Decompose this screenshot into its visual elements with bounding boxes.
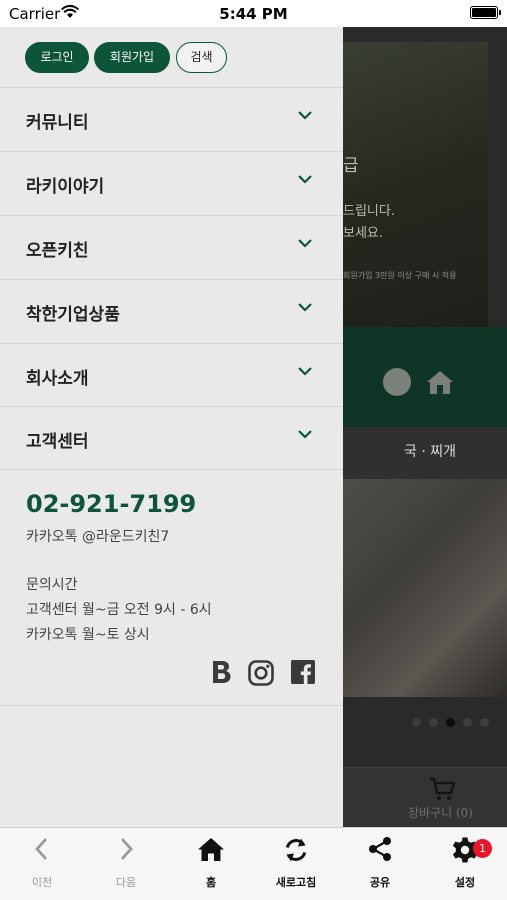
menu-item-label: 오픈키친 [26, 241, 89, 261]
instagram-icon[interactable] [248, 660, 274, 686]
hero-heading: 급 [343, 156, 359, 176]
tab-label: 설정 [454, 876, 476, 889]
tab-settings[interactable]: 설정 [423, 828, 507, 900]
tab-label: 홈 [205, 876, 217, 889]
carousel-dot [412, 718, 421, 727]
chevron-down-icon [298, 430, 312, 439]
category-tab: 국 · 찌개 [343, 427, 507, 479]
chevron-down-icon [298, 303, 312, 312]
search-button[interactable]: 검색 [176, 42, 227, 73]
hours-title: 문의시간 [26, 577, 78, 593]
blog-b-icon[interactable] [211, 660, 232, 684]
hero-line-1: 드립니다. [343, 204, 395, 219]
tab-label: 이전 [31, 876, 53, 889]
bottom-tab-bar: 이전 다음 홈 새로고침 공유 설정 [0, 827, 507, 900]
tab-label: 다음 [115, 876, 137, 889]
cart-icon [430, 777, 455, 800]
menu-item-label: 회사소개 [26, 369, 89, 389]
chevron-down-icon [298, 239, 312, 248]
chevron-left-icon [35, 838, 48, 860]
login-button[interactable]: 로그인 [25, 42, 89, 73]
side-drawer: 로그인 회원가입 검색 커뮤니티 라키이야기 오픈키친 착한기업상품 회사소개 … [0, 27, 343, 827]
tab-label: 새로고침 [275, 876, 317, 889]
menu-item-community[interactable]: 커뮤니티 [0, 87, 343, 150]
status-time: 5:44 PM [219, 5, 288, 23]
carousel-dot [463, 718, 472, 727]
menu-item-label: 라키이야기 [26, 177, 105, 197]
menu-item-good-company[interactable]: 착한기업상품 [0, 279, 343, 342]
hours-kakao: 카카오톡 월~토 상시 [26, 627, 150, 643]
menu-item-label: 커뮤니티 [26, 113, 89, 133]
house-icon [427, 371, 453, 394]
chevron-down-icon [298, 175, 312, 184]
home-icon [198, 838, 224, 861]
refresh-icon [285, 838, 307, 862]
menu-item-about[interactable]: 회사소개 [0, 343, 343, 406]
carousel-dot [480, 718, 489, 727]
signup-button[interactable]: 회원가입 [94, 42, 170, 73]
chevron-down-icon [298, 367, 312, 376]
sun-icon [383, 368, 411, 396]
menu-item-open-kitchen[interactable]: 오픈키친 [0, 215, 343, 278]
tab-label: 공유 [369, 876, 391, 889]
tab-home[interactable]: 홈 [169, 828, 253, 900]
status-bar: Carrier 5:44 PM [0, 0, 507, 27]
product-photo [343, 479, 507, 697]
hero-small-print: 회원가입 3만원 이상 구매 시 적용 [343, 271, 457, 280]
kakao-id: 카카오톡 @라운드키친7 [26, 529, 170, 545]
hours-customer-center: 고객센터 월~금 오전 9시 - 6시 [26, 602, 212, 618]
carousel-dot-active [446, 718, 455, 727]
tab-back[interactable]: 이전 [0, 828, 84, 900]
drawer-top-buttons: 로그인 회원가입 검색 [0, 27, 343, 87]
tab-refresh[interactable]: 새로고침 [254, 828, 338, 900]
share-icon [369, 837, 391, 861]
menu-item-label: 착한기업상품 [26, 305, 120, 325]
settings-notification-badge: 1 [473, 839, 492, 858]
chevron-down-icon [298, 111, 312, 120]
battery-icon [470, 6, 501, 19]
carousel-dots [412, 712, 497, 731]
hero-banner [343, 42, 488, 342]
tab-forward[interactable]: 다음 [84, 828, 168, 900]
carousel-dot [429, 718, 438, 727]
phone-number-link[interactable]: 02-921-7199 [26, 490, 196, 518]
hero-line-2: 보세요. [343, 226, 384, 241]
contact-section: 02-921-7199 카카오톡 @라운드키친7 문의시간 고객센터 월~금 오… [0, 469, 343, 706]
menu-item-customer-center[interactable]: 고객센터 [0, 406, 343, 469]
tab-share[interactable]: 공유 [338, 828, 422, 900]
chevron-right-icon [120, 838, 133, 860]
menu-item-story[interactable]: 라키이야기 [0, 151, 343, 214]
menu-item-label: 고객센터 [26, 432, 89, 452]
cart-label: 장바구니 (0) [408, 806, 473, 820]
facebook-icon[interactable] [291, 660, 315, 684]
